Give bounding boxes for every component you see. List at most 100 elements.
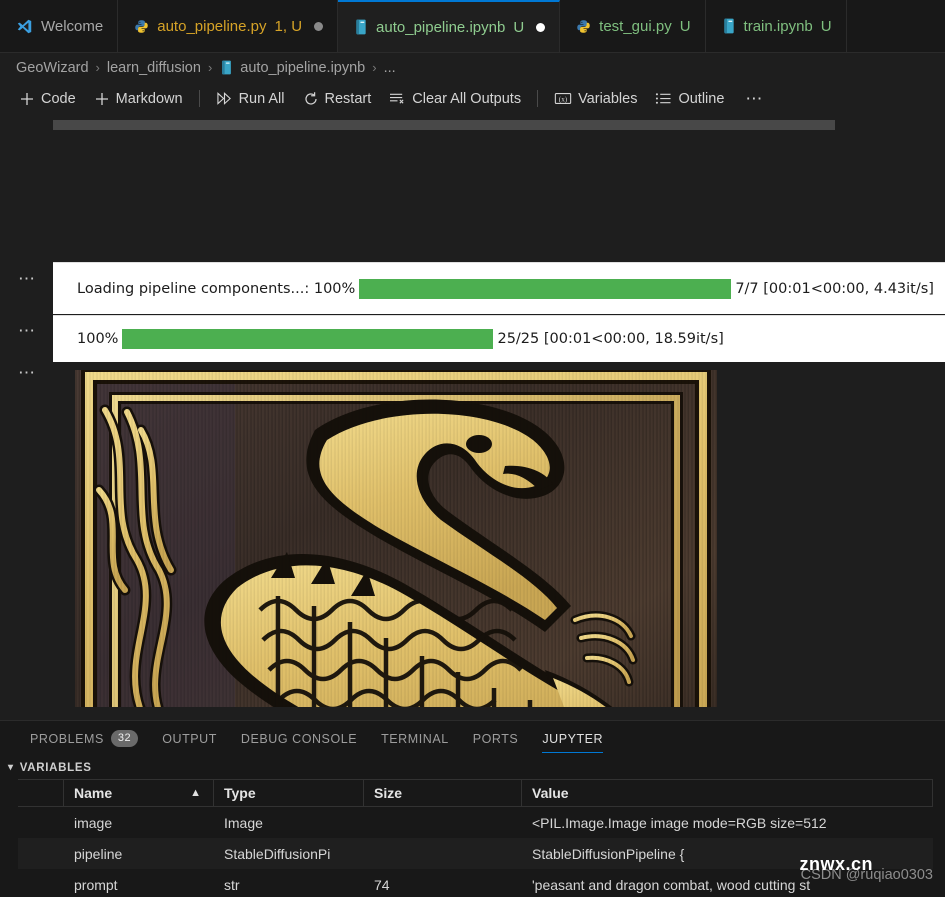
panel-tab-terminal[interactable]: TERMINAL	[369, 721, 461, 756]
tab-auto-pipeline-py[interactable]: auto_pipeline.py 1, U	[118, 0, 339, 52]
panel-tab-jupyter[interactable]: JUPYTER	[530, 721, 615, 756]
restart-icon	[303, 91, 319, 107]
breadcrumb: GeoWizard › learn_diffusion › auto_pipel…	[0, 53, 945, 82]
run-all-button[interactable]: Run All	[207, 88, 294, 110]
output-cell-progress-1: Loading pipeline components...: 100% 7/7…	[53, 262, 945, 314]
restart-button[interactable]: Restart	[294, 88, 381, 110]
tab-badge: U	[679, 17, 691, 35]
variable-size	[364, 838, 522, 869]
breadcrumb-item-file[interactable]: auto_pipeline.ipynb	[240, 60, 365, 76]
panel-tab-label: PORTS	[472, 731, 519, 746]
row-index	[18, 807, 64, 838]
notebook-toolbar: Code Markdown Run All Restart Clear All …	[0, 82, 945, 115]
tab-badge: 1, U	[274, 17, 303, 35]
toolbar-divider	[537, 90, 539, 107]
row-index	[18, 838, 64, 869]
column-header-index	[18, 780, 64, 806]
variable-name: image	[74, 814, 113, 831]
column-label: Value	[532, 785, 569, 801]
panel-tab-problems[interactable]: PROBLEMS 32	[18, 721, 150, 756]
column-header-value[interactable]: Value	[522, 780, 933, 806]
sort-ascending-icon: ▲	[190, 787, 201, 799]
editor-tab-bar: Welcome auto_pipeline.py 1, U auto_pipel…	[0, 0, 945, 53]
breadcrumb-item-learn-diffusion[interactable]: learn_diffusion	[107, 60, 201, 76]
wood-carving-dragon-illustration	[75, 370, 717, 707]
tab-dirty-indicator[interactable]	[314, 21, 324, 31]
tab-auto-pipeline-ipynb[interactable]: auto_pipeline.ipynb U	[338, 0, 561, 52]
breadcrumb-item-geowizard[interactable]: GeoWizard	[16, 60, 89, 76]
column-header-size[interactable]: Size	[364, 780, 522, 806]
cell-more-actions-2[interactable]: ⋯	[18, 322, 37, 339]
add-code-cell-label: Code	[41, 90, 76, 107]
cell-more-actions-1[interactable]: ⋯	[18, 270, 37, 287]
tab-train-ipynb[interactable]: train.ipynb U	[705, 0, 847, 52]
run-all-label: Run All	[238, 90, 285, 107]
clear-all-outputs-label: Clear All Outputs	[412, 90, 522, 107]
notebook-file-icon	[354, 19, 368, 35]
progress-row-2: 100% 25/25 [00:01<00:00, 18.59it/s]	[53, 316, 945, 362]
table-row[interactable]: image Image <PIL.Image.Image image mode=…	[18, 807, 933, 838]
panel-tab-label: OUTPUT	[162, 731, 217, 746]
python-file-icon	[134, 19, 149, 34]
variable-name: prompt	[74, 876, 118, 893]
column-label: Type	[224, 785, 256, 801]
cell-more-actions-3[interactable]: ⋯	[18, 364, 37, 381]
toolbar-more-actions-button[interactable]: ⋯	[733, 86, 772, 112]
notebook-output-area: ⋯ Loading pipeline components...: 100% 7…	[0, 115, 945, 707]
breadcrumb-item-more[interactable]: ...	[384, 60, 396, 76]
svg-text:(x): (x)	[559, 96, 568, 104]
progress-label-2: 100%	[77, 331, 119, 347]
add-markdown-cell-label: Markdown	[115, 90, 183, 107]
notebook-file-icon	[722, 18, 736, 34]
variable-value: <PIL.Image.Image image mode=RGB size=512	[532, 814, 827, 831]
tab-label: train.ipynb	[743, 17, 813, 35]
notebook-file-icon	[220, 60, 233, 75]
table-row[interactable]: prompt str 74 'peasant and dragon combat…	[18, 869, 933, 897]
progress-label-1: Loading pipeline components...: 100%	[77, 280, 356, 297]
variables-button[interactable]: (x) Variables	[545, 88, 646, 110]
tab-badge: U	[513, 18, 525, 36]
run-all-icon	[216, 91, 233, 106]
add-code-cell-button[interactable]: Code	[10, 88, 85, 110]
variable-size: 74	[374, 876, 390, 893]
tab-label: auto_pipeline.py	[157, 17, 267, 35]
progress-bar-1	[359, 278, 732, 299]
tab-test-gui-py[interactable]: test_gui.py U	[560, 0, 706, 52]
outline-button[interactable]: Outline	[646, 88, 733, 110]
more-icon: ⋯	[745, 88, 764, 108]
clear-all-outputs-icon	[389, 91, 406, 106]
table-row[interactable]: pipeline StableDiffusionPi StableDiffusi…	[18, 838, 933, 869]
progress-row-1: Loading pipeline components...: 100% 7/7…	[53, 263, 945, 314]
column-header-type[interactable]: Type	[214, 780, 364, 806]
tab-label: Welcome	[41, 17, 104, 35]
tab-label: auto_pipeline.ipynb	[376, 18, 506, 36]
tab-welcome[interactable]: Welcome	[0, 0, 119, 52]
panel-tab-debug-console[interactable]: DEBUG CONSOLE	[229, 721, 369, 756]
column-label: Name	[74, 785, 113, 801]
add-markdown-cell-button[interactable]: Markdown	[85, 88, 192, 110]
panel-tab-bar: PROBLEMS 32 OUTPUT DEBUG CONSOLE TERMINA…	[0, 721, 945, 756]
restart-label: Restart	[324, 90, 372, 107]
variable-type: Image	[224, 814, 263, 831]
output-cell-progress-2: 100% 25/25 [00:01<00:00, 18.59it/s]	[53, 315, 945, 362]
outline-icon	[655, 91, 672, 106]
panel-tab-output[interactable]: OUTPUT	[150, 721, 229, 756]
clear-all-outputs-button[interactable]: Clear All Outputs	[380, 88, 530, 110]
variables-icon: (x)	[554, 91, 572, 106]
panel-tab-label: TERMINAL	[381, 731, 449, 746]
variable-type: str	[224, 876, 240, 893]
variable-name: pipeline	[74, 845, 123, 862]
progress-stats-1: 7/7 [00:01<00:00, 4.43it/s]	[735, 280, 934, 297]
problems-count-badge: 32	[110, 730, 139, 747]
variables-label: Variables	[578, 90, 638, 107]
partial-cell-above	[53, 120, 835, 130]
variable-type: StableDiffusionPi	[224, 845, 331, 862]
tab-dirty-indicator[interactable]	[536, 22, 546, 32]
column-header-name[interactable]: Name ▲	[64, 780, 214, 806]
chevron-right-icon: ›	[95, 60, 100, 75]
vscode-logo-icon	[16, 18, 33, 35]
bottom-panel: PROBLEMS 32 OUTPUT DEBUG CONSOLE TERMINA…	[0, 720, 945, 897]
variable-value: 'peasant and dragon combat, wood cutting…	[532, 876, 811, 893]
panel-tab-ports[interactable]: PORTS	[461, 721, 531, 756]
variables-section-header[interactable]: ▾ VARIABLES	[0, 756, 945, 779]
